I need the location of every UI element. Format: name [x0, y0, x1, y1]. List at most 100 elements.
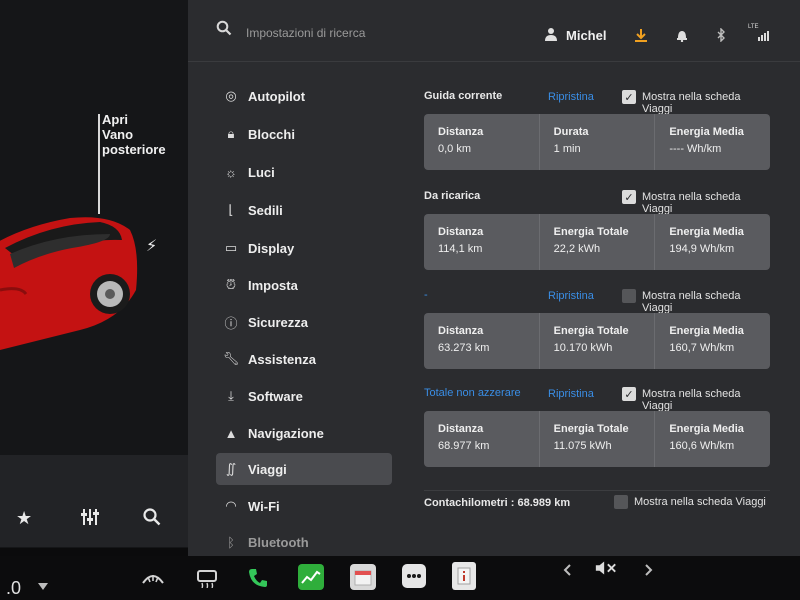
- sidebar-item-software[interactable]: ⤓ Software: [216, 380, 392, 412]
- more-apps-icon[interactable]: [402, 564, 426, 588]
- odometer-row: Contachilometri : 68.989 km Mostra nella…: [424, 490, 770, 512]
- volume-up-chevron-icon[interactable]: [636, 558, 660, 582]
- stat-label: Energia Media: [669, 126, 744, 138]
- show-in-trips-checkbox[interactable]: [622, 289, 636, 303]
- stat-label: Distanza: [438, 126, 484, 138]
- stat-label: Energia Totale: [553, 423, 629, 435]
- sidebar-item-blocchi[interactable]: 🔒︎ Blocchi: [216, 118, 392, 150]
- trip-title[interactable]: Totale non azzerare: [424, 387, 521, 399]
- trip-section-unnamed: - Ripristina Mostra nella scheda Viaggi …: [424, 287, 770, 369]
- sidebar-item-assistenza[interactable]: 🔧︎ Assistenza: [216, 343, 392, 375]
- owners-manual-icon[interactable]: [452, 562, 476, 590]
- stat-label: Distanza: [438, 423, 484, 435]
- stat-label: Energia Totale: [553, 226, 629, 238]
- speaker-muted-icon[interactable]: [594, 556, 618, 580]
- stat-value: 1 min: [553, 143, 581, 155]
- energy-app-icon[interactable]: [298, 564, 324, 590]
- notification-bell-icon[interactable]: [676, 28, 688, 45]
- stat-label: Distanza: [438, 226, 484, 238]
- sidebar-item-wifi[interactable]: ◠ Wi-Fi: [216, 490, 392, 522]
- user-profile-icon[interactable]: [544, 27, 558, 46]
- steering-wheel-icon: ◎: [225, 88, 237, 103]
- trip-title[interactable]: -: [424, 289, 428, 301]
- reset-button[interactable]: Ripristina: [548, 91, 594, 103]
- phone-icon[interactable]: [246, 566, 270, 590]
- trip-title: Guida corrente: [424, 90, 503, 102]
- trip-stats-card: Distanza 68.977 km Energia Totale 11.075 k…: [424, 411, 770, 467]
- show-in-trips-label: Mostra nella scheda Viaggi: [642, 388, 741, 412]
- show-in-trips-checkbox[interactable]: ✓: [622, 90, 636, 104]
- settings-panel: Impostazioni di ricerca Michel LTE ◎ Auto…: [188, 0, 800, 556]
- stat-value: 0,0 km: [438, 143, 472, 155]
- stat-value: 68.977 km: [438, 440, 490, 452]
- show-in-trips-label: Mostra nella scheda Viaggi: [642, 290, 741, 314]
- stat-value: 160,7 Wh/km: [669, 342, 735, 354]
- car-view-pane: Apri Vano posteriore ⚡︎: [0, 0, 188, 548]
- trip-title: Da ricarica: [424, 190, 481, 202]
- download-update-icon[interactable]: [634, 28, 648, 45]
- search-input[interactable]: Impostazioni di ricerca: [246, 26, 365, 40]
- stat-value: 63.273 km: [438, 342, 490, 354]
- show-in-trips-label: Mostra nella scheda Viaggi: [642, 91, 741, 115]
- sidebar-item-navigazione[interactable]: ▲ Navigazione: [216, 417, 392, 449]
- trip-section-current: Guida corrente Ripristina ✓ Mostra nella…: [424, 88, 770, 170]
- sidebar-item-luci[interactable]: ☼ Luci: [216, 156, 392, 188]
- user-name[interactable]: Michel: [566, 28, 606, 43]
- show-in-trips-checkbox[interactable]: ✓: [622, 190, 636, 204]
- favorite-star-icon[interactable]: ★: [16, 508, 32, 529]
- wifi-icon: ◠: [225, 498, 237, 513]
- wiper-defrost-icon[interactable]: [141, 566, 165, 590]
- bluetooth-icon: ᛒ: [227, 534, 235, 550]
- stat-label: Energia Media: [669, 226, 744, 238]
- controls-sliders-icon[interactable]: [80, 508, 100, 531]
- stat-value: 160,6 Wh/km: [669, 440, 735, 452]
- sidebar-item-autopilot[interactable]: ◎ Autopilot: [216, 80, 392, 112]
- sidebar-item-bluetooth[interactable]: ᛒ Bluetooth: [216, 526, 392, 558]
- rear-trunk-button[interactable]: Apri Vano posteriore: [92, 112, 182, 214]
- speed-readout: .0: [6, 578, 22, 598]
- sidebar-item-display[interactable]: ▭ Display: [216, 232, 392, 264]
- sidebar-item-sedili[interactable]: ⌊ Sedili: [216, 194, 392, 226]
- calendar-app-icon[interactable]: [350, 564, 376, 590]
- show-in-trips-checkbox[interactable]: ✓: [622, 387, 636, 401]
- sidebar-item-sicurezza[interactable]: ⓘ Sicurezza: [216, 306, 392, 338]
- stat-label: Energia Media: [669, 423, 744, 435]
- reset-button[interactable]: Ripristina: [548, 290, 594, 302]
- sidebar-item-viaggi[interactable]: ∬ Viaggi: [216, 453, 392, 485]
- stat-value: 194,9 Wh/km: [669, 243, 735, 255]
- light-icon: ☼: [225, 164, 237, 180]
- rear-defrost-icon[interactable]: [195, 566, 219, 590]
- trip-stats-card: Distanza 63.273 km Energia Totale 10.170 k…: [424, 313, 770, 369]
- stat-value: 11.075 kWh: [553, 440, 612, 452]
- settings-search-bar[interactable]: Impostazioni di ricerca Michel LTE: [188, 0, 800, 62]
- trip-stats-card: Distanza 0,0 km Durata 1 min Energia Media…: [424, 114, 770, 170]
- stat-value: 22,2 kWh: [553, 243, 601, 255]
- car-image: [0, 217, 138, 350]
- search-icon: [216, 20, 232, 41]
- sidebar-item-imposta[interactable]: ⏰︎ Imposta: [216, 269, 392, 301]
- odometer-show-label: Mostra nella scheda Viaggi: [634, 496, 766, 508]
- stat-value: ---- Wh/km: [669, 143, 722, 155]
- stat-label: Durata: [553, 126, 589, 138]
- trip-section-total: Totale non azzerare Ripristina ✓ Mostra …: [424, 385, 770, 467]
- trip-icon: ∬: [225, 461, 237, 476]
- stat-value: 10.170 kWh: [553, 342, 613, 354]
- rear-trunk-label: Apri Vano posteriore: [102, 112, 166, 157]
- wrench-icon: 🔧︎: [222, 351, 240, 366]
- odometer-label: Contachilometri : 68.989 km: [424, 497, 571, 509]
- trip-section-since-charge: Da ricarica ✓ Mostra nella scheda Viaggi…: [424, 188, 770, 270]
- info-circle-icon: ⓘ: [224, 315, 238, 331]
- show-in-trips-label: Mostra nella scheda Viaggi: [642, 191, 741, 215]
- odometer-show-checkbox[interactable]: [614, 495, 628, 509]
- temperature-down-icon[interactable]: [38, 583, 48, 590]
- seat-icon: ⌊: [228, 202, 234, 217]
- trip-stats-card: Distanza 114,1 km Energia Totale 22,2 kWh …: [424, 214, 770, 270]
- display-icon: ▭: [224, 240, 238, 255]
- navigation-arrow-icon: ▲: [224, 425, 238, 441]
- stat-label: Energia Media: [669, 325, 744, 337]
- reset-button[interactable]: Ripristina: [548, 388, 594, 400]
- charge-bolt-icon: ⚡︎: [146, 238, 158, 255]
- search-icon[interactable]: [143, 508, 161, 531]
- volume-down-chevron-icon[interactable]: [556, 558, 580, 582]
- stat-label: Distanza: [438, 325, 484, 337]
